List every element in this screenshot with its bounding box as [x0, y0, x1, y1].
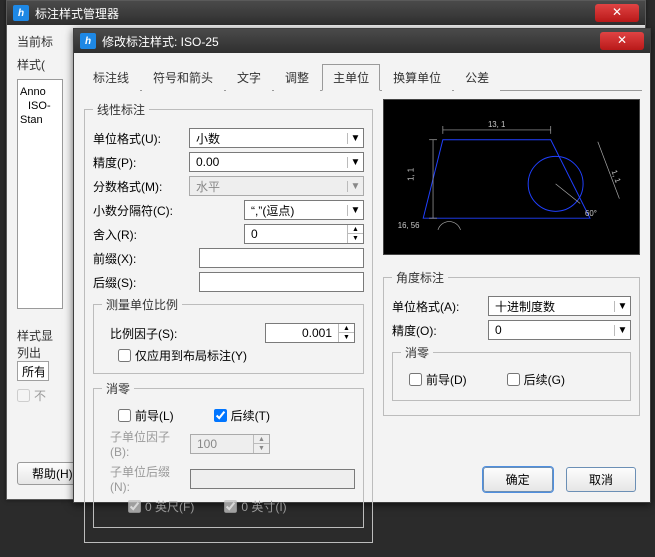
- angle-units-label: 单位格式(A):: [392, 298, 482, 315]
- measurement-scale-group: 测量单位比例 比例因子(S): 0.001▲▼ 仅应用到布局标注(Y): [93, 296, 364, 374]
- cancel-button[interactable]: 取消: [566, 467, 636, 492]
- prefix-input[interactable]: [199, 248, 364, 268]
- tree-item[interactable]: Stan: [20, 114, 60, 126]
- tab-lines[interactable]: 标注线: [82, 64, 140, 91]
- tab-alt-units[interactable]: 换算单位: [382, 64, 452, 91]
- svg-text:1, 1: 1, 1: [610, 169, 623, 184]
- subunit-suffix-label: 子单位后缀(N):: [102, 463, 184, 494]
- chevron-down-icon[interactable]: ▼: [347, 205, 363, 216]
- linear-legend: 线性标注: [93, 101, 149, 118]
- angle-legend: 角度标注: [392, 269, 448, 286]
- subunit-factor-spinner: 100▲▼: [190, 434, 270, 454]
- spin-up-icon: ▲: [253, 435, 269, 444]
- decimal-sep-label: 小数分隔符(C):: [93, 202, 183, 219]
- subunit-factor-label: 子单位因子(B):: [102, 428, 184, 459]
- suffix-input[interactable]: [199, 272, 364, 292]
- spin-down-icon[interactable]: ▼: [338, 333, 354, 342]
- svg-text:60°: 60°: [585, 209, 597, 218]
- angle-precision-select[interactable]: 0▼: [488, 320, 631, 340]
- tree-item[interactable]: Anno: [20, 86, 60, 98]
- scale-factor-spinner[interactable]: 0.001▲▼: [265, 323, 355, 343]
- inches-checkbox: 0 英寸(I): [224, 498, 286, 515]
- chevron-down-icon[interactable]: ▼: [347, 157, 363, 168]
- suffix-label: 后缀(S):: [93, 274, 183, 291]
- precision-select[interactable]: 0.00▼: [189, 152, 364, 172]
- precision-label: 精度(P):: [93, 154, 183, 171]
- chevron-down-icon[interactable]: ▼: [347, 133, 363, 144]
- linear-dim-group: 线性标注 单位格式(U): 小数▼ 精度(P): 0.00▼ 分数格式(M): …: [84, 101, 373, 543]
- tab-text[interactable]: 文字: [226, 64, 272, 91]
- units-format-select[interactable]: 小数▼: [189, 128, 364, 148]
- zero-suppression-group: 消零 前导(L) 后续(T) 子单位因子(B): 100▲▼ 子单位后缀(N):: [93, 380, 364, 528]
- feet-checkbox: 0 英尺(F): [128, 498, 194, 515]
- chevron-down-icon[interactable]: ▼: [614, 325, 630, 336]
- svg-text:13, 1: 13, 1: [488, 120, 505, 129]
- scale-legend: 测量单位比例: [102, 296, 182, 313]
- dont-checkbox[interactable]: 不: [17, 387, 46, 404]
- spin-down-icon: ▼: [253, 444, 269, 453]
- tab-primary-units[interactable]: 主单位: [322, 64, 380, 91]
- fraction-format-label: 分数格式(M):: [93, 178, 183, 195]
- units-format-label: 单位格式(U):: [93, 130, 183, 147]
- chevron-down-icon: ▼: [347, 181, 363, 192]
- svg-text:1, 1: 1, 1: [406, 168, 415, 181]
- ok-button[interactable]: 确定: [483, 467, 553, 492]
- prefix-label: 前缀(X):: [93, 250, 183, 267]
- app-icon: h: [80, 33, 96, 49]
- tree-item[interactable]: ISO-: [20, 100, 60, 112]
- tab-bar: 标注线 符号和箭头 文字 调整 主单位 换算单位 公差: [82, 63, 642, 91]
- modify-dimension-style-window: h 修改标注样式: ISO-25 ✕ 标注线 符号和箭头 文字 调整 主单位 换…: [73, 28, 651, 503]
- tab-fit[interactable]: 调整: [274, 64, 320, 91]
- tab-symbols[interactable]: 符号和箭头: [142, 64, 224, 91]
- tab-tolerances[interactable]: 公差: [454, 64, 500, 91]
- all-styles-input[interactable]: [17, 361, 49, 381]
- chevron-down-icon[interactable]: ▼: [614, 301, 630, 312]
- style-tree[interactable]: Anno ISO- Stan: [17, 79, 63, 309]
- back-window-title: 标注样式管理器: [35, 5, 119, 22]
- angular-dim-group: 角度标注 单位格式(A): 十进制度数▼ 精度(O): 0▼ 消零 前导(D) …: [383, 269, 640, 416]
- trailing-checkbox[interactable]: 后续(T): [214, 407, 270, 424]
- roundoff-label: 舍入(R):: [93, 226, 183, 243]
- fraction-format-select: 水平▼: [189, 176, 364, 196]
- layout-only-checkbox[interactable]: 仅应用到布局标注(Y): [102, 347, 247, 364]
- scale-factor-label: 比例因子(S):: [102, 325, 184, 342]
- suppress-legend: 消零: [102, 380, 134, 397]
- back-close-button[interactable]: ✕: [595, 4, 639, 22]
- front-titlebar: h 修改标注样式: ISO-25 ✕: [74, 29, 650, 53]
- angle-trailing-checkbox[interactable]: 后续(G): [507, 371, 565, 388]
- spin-down-icon[interactable]: ▼: [347, 234, 363, 243]
- app-icon: h: [13, 5, 29, 21]
- decimal-sep-select[interactable]: “,”(逗点)▼: [244, 200, 364, 220]
- svg-text:16, 56: 16, 56: [398, 221, 420, 230]
- angle-suppress-group: 消零 前导(D) 后续(G): [392, 344, 631, 401]
- angle-precision-label: 精度(O):: [392, 322, 482, 339]
- subunit-suffix-input: [190, 469, 355, 489]
- back-titlebar: h 标注样式管理器 ✕: [7, 1, 645, 25]
- angle-leading-checkbox[interactable]: 前导(D): [409, 371, 467, 388]
- angle-units-select[interactable]: 十进制度数▼: [488, 296, 631, 316]
- spin-up-icon[interactable]: ▲: [338, 324, 354, 333]
- dimension-preview: 13, 1 1, 1 1, 1 60° 16, 56: [383, 99, 640, 255]
- dialog-footer: 确定 取消: [473, 467, 636, 492]
- front-close-button[interactable]: ✕: [600, 32, 644, 50]
- angle-suppress-legend: 消零: [401, 344, 433, 361]
- roundoff-spinner[interactable]: 0▲▼: [244, 224, 364, 244]
- spin-up-icon[interactable]: ▲: [347, 225, 363, 234]
- leading-checkbox[interactable]: 前导(L): [118, 407, 174, 424]
- front-window-title: 修改标注样式: ISO-25: [102, 33, 219, 50]
